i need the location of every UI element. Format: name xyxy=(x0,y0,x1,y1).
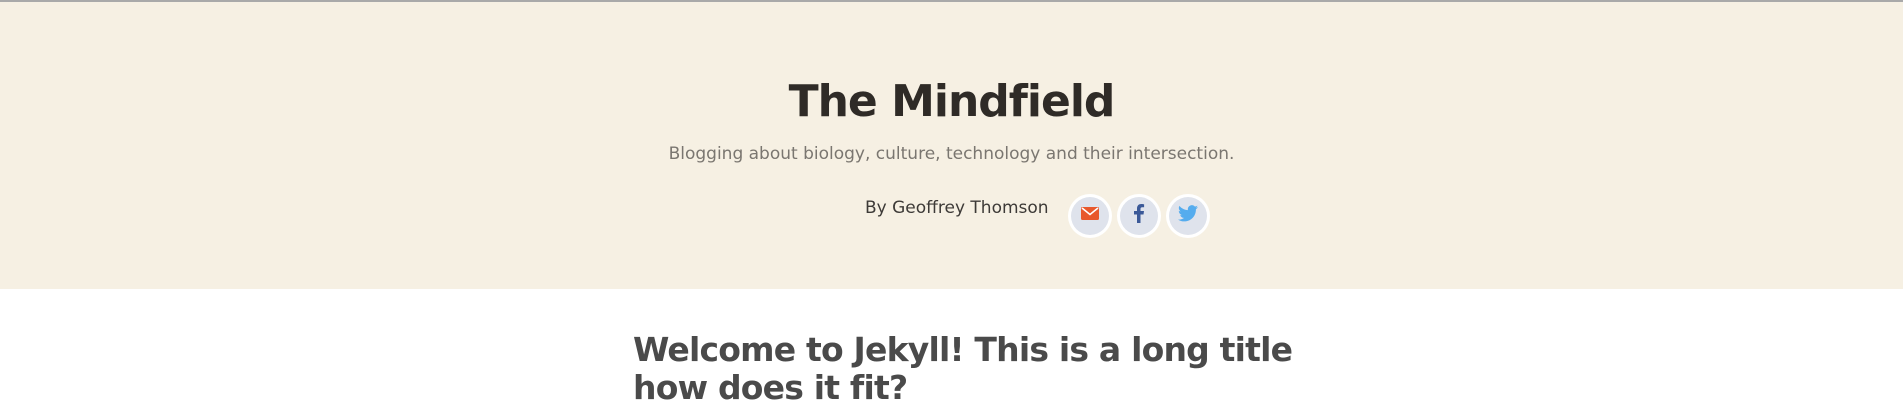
twitter-link[interactable] xyxy=(1169,197,1207,235)
masthead: The Mindfield Blogging about biology, cu… xyxy=(0,2,1903,289)
email-link[interactable] xyxy=(1071,197,1109,235)
site-tagline: Blogging about biology, culture, technol… xyxy=(668,144,1235,164)
facebook-link[interactable] xyxy=(1120,197,1158,235)
social-links xyxy=(1071,197,1207,235)
author-byline: By Geoffrey Thomson xyxy=(865,198,1049,218)
post-list: Welcome to Jekyll! This is a long title … xyxy=(0,289,1903,417)
facebook-icon xyxy=(1134,204,1145,228)
site-title[interactable]: The Mindfield xyxy=(0,76,1903,127)
twitter-bird-icon xyxy=(1178,205,1198,227)
post-title-link[interactable]: Welcome to Jekyll! This is a long title … xyxy=(633,331,1293,407)
envelope-icon xyxy=(1081,207,1099,225)
